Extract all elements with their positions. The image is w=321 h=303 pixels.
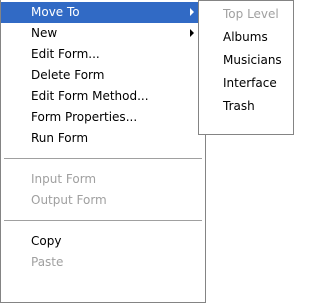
submenu-item-top-level-label: Top Level bbox=[223, 7, 279, 21]
submenu-item-top-level: Top Level bbox=[199, 3, 293, 26]
submenu-item-albums[interactable]: Albums bbox=[199, 26, 293, 49]
menu-item-delete-form-label: Delete Form bbox=[31, 68, 105, 82]
submenu-item-interface[interactable]: Interface bbox=[199, 72, 293, 95]
menu-item-input-form: Input Form bbox=[1, 169, 205, 190]
menu-item-run-form-label: Run Form bbox=[31, 131, 89, 145]
submenu-item-trash[interactable]: Trash bbox=[199, 95, 293, 118]
menu-item-output-form: Output Form bbox=[1, 190, 205, 211]
menu-item-form-properties[interactable]: Form Properties... bbox=[1, 107, 205, 128]
submenu-item-albums-label: Albums bbox=[223, 30, 268, 44]
menu-item-run-form[interactable]: Run Form bbox=[1, 128, 205, 149]
menu-item-form-properties-label: Form Properties... bbox=[31, 110, 138, 124]
menu-item-move-to[interactable]: Move To bbox=[1, 2, 205, 23]
menu-item-move-to-label: Move To bbox=[31, 5, 80, 19]
menu-separator bbox=[4, 158, 202, 159]
menu-item-edit-form[interactable]: Edit Form... bbox=[1, 44, 205, 65]
submenu-arrow-icon bbox=[190, 8, 194, 16]
submenu-arrow-icon bbox=[190, 29, 194, 37]
menu-item-output-form-label: Output Form bbox=[31, 193, 107, 207]
menu-item-edit-form-label: Edit Form... bbox=[31, 47, 100, 61]
menu-item-paste: Paste bbox=[1, 252, 205, 273]
menu-item-copy-label: Copy bbox=[31, 234, 62, 248]
submenu-item-musicians[interactable]: Musicians bbox=[199, 49, 293, 72]
submenu-item-trash-label: Trash bbox=[223, 99, 255, 113]
move-to-submenu: Top Level Albums Musicians Interface Tra… bbox=[198, 0, 294, 135]
context-menu: Move To New Edit Form... Delete Form Edi… bbox=[0, 0, 206, 303]
submenu-item-interface-label: Interface bbox=[223, 76, 277, 90]
menu-item-copy[interactable]: Copy bbox=[1, 231, 205, 252]
submenu-item-musicians-label: Musicians bbox=[223, 53, 282, 67]
menu-item-new[interactable]: New bbox=[1, 23, 205, 44]
menu-item-edit-form-method[interactable]: Edit Form Method... bbox=[1, 86, 205, 107]
menu-item-delete-form[interactable]: Delete Form bbox=[1, 65, 205, 86]
menu-item-new-label: New bbox=[31, 26, 58, 40]
menu-item-input-form-label: Input Form bbox=[31, 172, 97, 186]
menu-separator bbox=[4, 220, 202, 221]
menu-item-edit-form-method-label: Edit Form Method... bbox=[31, 89, 149, 103]
menu-item-paste-label: Paste bbox=[31, 255, 64, 269]
